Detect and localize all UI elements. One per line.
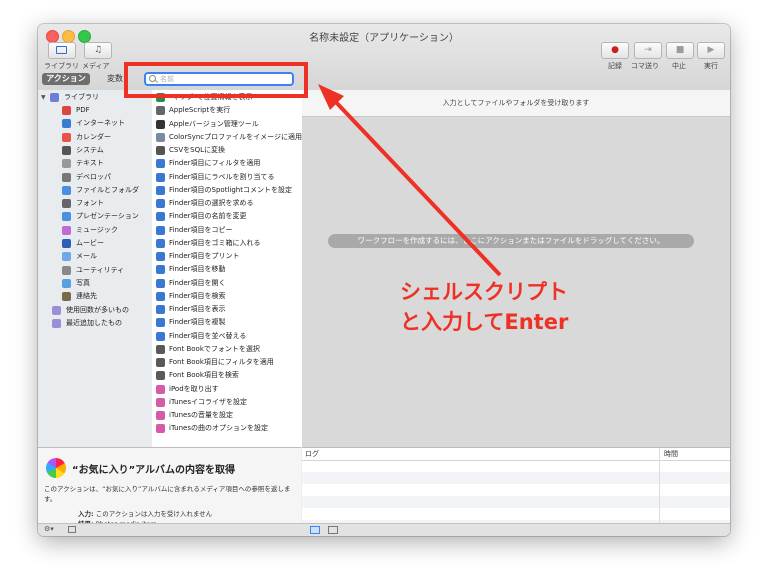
- annotation-arrow-line: [330, 96, 502, 277]
- annotation-line-1: シェルスクリプト: [400, 280, 568, 304]
- annotation-text: シェルスクリプト と入力してEnter: [400, 277, 568, 337]
- annotation-line-2: と入力してEnter: [400, 310, 569, 334]
- annotation-arrow: [318, 84, 502, 277]
